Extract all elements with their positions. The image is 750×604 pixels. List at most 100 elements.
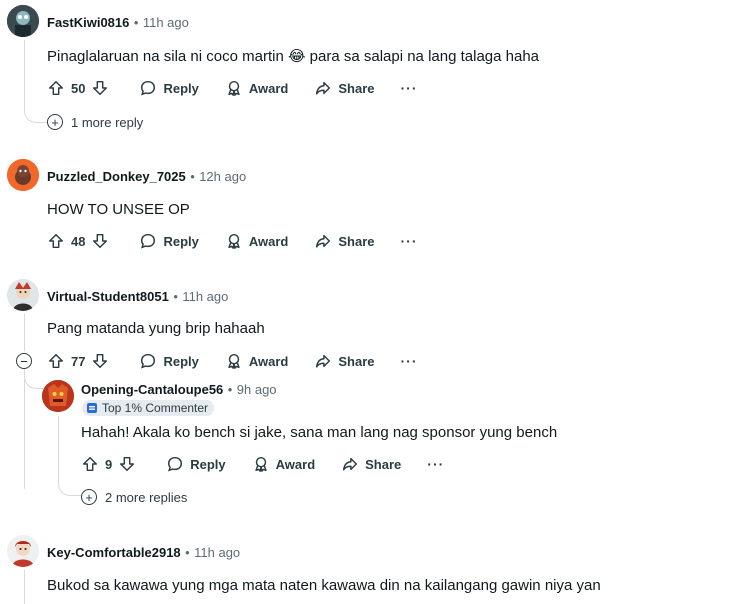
reply-label: Reply	[190, 456, 226, 472]
overflow-menu-button[interactable]: ···	[427, 456, 444, 472]
overflow-menu-button[interactable]: ···	[401, 353, 418, 369]
upvote-icon[interactable]	[81, 455, 99, 473]
reply-button[interactable]: Reply	[166, 455, 226, 473]
comment-body: HOW TO UNSEE OP	[47, 201, 190, 218]
award-button[interactable]: Award	[225, 352, 289, 370]
comment-time[interactable]: 9h ago	[237, 382, 277, 397]
more-replies-label: 1 more reply	[71, 114, 144, 130]
expand-icon: +	[47, 114, 63, 130]
share-icon	[316, 354, 331, 368]
award-button[interactable]: Award	[225, 79, 289, 97]
award-icon	[254, 456, 267, 472]
reply-icon	[141, 233, 156, 249]
comment-actions: 77 Reply Award Share ···	[47, 349, 418, 373]
upvote-icon[interactable]	[47, 79, 65, 97]
share-button[interactable]: Share	[314, 352, 375, 370]
upvote-icon[interactable]	[47, 352, 65, 370]
comment-author[interactable]: Puzzled_Donkey_7025	[47, 169, 186, 184]
collapse-thread-button[interactable]: −	[16, 353, 32, 369]
comment-time[interactable]: 11h ago	[143, 15, 189, 30]
share-button[interactable]: Share	[341, 455, 401, 473]
share-button[interactable]: Share	[314, 232, 375, 250]
award-icon	[228, 233, 240, 249]
thread-line	[24, 570, 25, 604]
separator: •	[185, 545, 190, 560]
separator: •	[133, 15, 139, 30]
share-label: Share	[338, 233, 375, 249]
flair-label: Top 1% Commenter	[102, 401, 209, 415]
award-button[interactable]: Award	[225, 232, 289, 250]
thread-elbow	[24, 100, 47, 123]
top-commenter-icon	[87, 403, 97, 413]
share-icon	[316, 234, 331, 248]
comment-author[interactable]: Key-Comfortable2918	[47, 545, 181, 560]
score: 50	[71, 80, 86, 96]
award-button[interactable]: Award	[252, 455, 316, 473]
comment-body: Pang matanda yung brip hahaah	[47, 320, 265, 337]
comment-body: Pinaglalaruan na sila ni coco martin 😂 p…	[47, 48, 540, 65]
comment-body: Hahah! Akala ko bench si jake, sana man …	[81, 424, 558, 441]
more-replies-button[interactable]: + 2 more replies	[81, 489, 187, 505]
upvote-icon[interactable]	[47, 232, 65, 250]
reply-label: Reply	[163, 233, 199, 249]
reply-button[interactable]: Reply	[139, 232, 199, 250]
share-label: Share	[365, 456, 402, 472]
more-replies-button[interactable]: + 1 more reply	[47, 114, 143, 130]
comment-actions: 48 Reply Award Share ···	[47, 229, 418, 253]
award-icon	[228, 80, 240, 96]
reply-button[interactable]: Reply	[139, 79, 199, 97]
avatar[interactable]	[7, 5, 39, 37]
comment-time[interactable]: 11h ago	[194, 545, 240, 560]
reply-button[interactable]: Reply	[139, 352, 199, 370]
reply-icon	[141, 80, 156, 96]
award-label: Award	[248, 233, 289, 249]
reply-icon	[168, 456, 183, 472]
award-label: Award	[275, 456, 316, 472]
thread-elbow	[58, 473, 81, 496]
score: 9	[105, 456, 113, 472]
avatar[interactable]	[7, 279, 39, 311]
award-label: Award	[248, 353, 289, 369]
comment-body: Bukod sa kawawa yung mga mata naten kawa…	[47, 577, 601, 594]
share-label: Share	[338, 80, 375, 96]
comment-time[interactable]: 11h ago	[182, 289, 228, 304]
share-icon	[343, 457, 358, 471]
thread-line	[24, 314, 25, 351]
share-label: Share	[338, 353, 375, 369]
downvote-icon[interactable]	[91, 232, 109, 250]
comment-actions: 9 Reply Award Share ···	[81, 452, 444, 476]
overflow-menu-button[interactable]: ···	[401, 80, 418, 96]
score: 48	[71, 233, 86, 249]
reply-label: Reply	[163, 353, 199, 369]
downvote-icon[interactable]	[91, 79, 109, 97]
avatar[interactable]	[7, 159, 39, 191]
reply-label: Reply	[163, 80, 199, 96]
share-button[interactable]: Share	[314, 79, 375, 97]
award-icon	[228, 353, 240, 369]
share-icon	[316, 81, 331, 95]
vote-group: 50	[47, 79, 109, 97]
separator: •	[190, 169, 195, 184]
overflow-menu-button[interactable]: ···	[401, 233, 418, 249]
expand-icon: +	[81, 489, 97, 505]
separator: •	[173, 289, 178, 304]
vote-group: 77	[47, 352, 109, 370]
separator: •	[227, 382, 233, 397]
comment-time[interactable]: 12h ago	[199, 169, 246, 184]
comment-actions: 50 Reply Award Share ···	[47, 76, 418, 100]
more-replies-label: 2 more replies	[105, 489, 188, 505]
award-label: Award	[248, 80, 289, 96]
downvote-icon[interactable]	[91, 352, 109, 370]
thread-line	[24, 369, 25, 489]
reply-icon	[141, 353, 156, 369]
collapse-icon: −	[16, 353, 32, 369]
comment-author[interactable]: Opening-Cantaloupe56	[81, 382, 223, 397]
avatar[interactable]	[42, 380, 74, 412]
avatar[interactable]	[7, 535, 39, 567]
comment-author[interactable]: FastKiwi0816	[47, 15, 129, 30]
score: 77	[71, 353, 86, 369]
vote-group: 9	[81, 455, 136, 473]
downvote-icon[interactable]	[118, 455, 136, 473]
vote-group: 48	[47, 232, 109, 250]
comment-author[interactable]: Virtual-Student8051	[47, 289, 169, 304]
